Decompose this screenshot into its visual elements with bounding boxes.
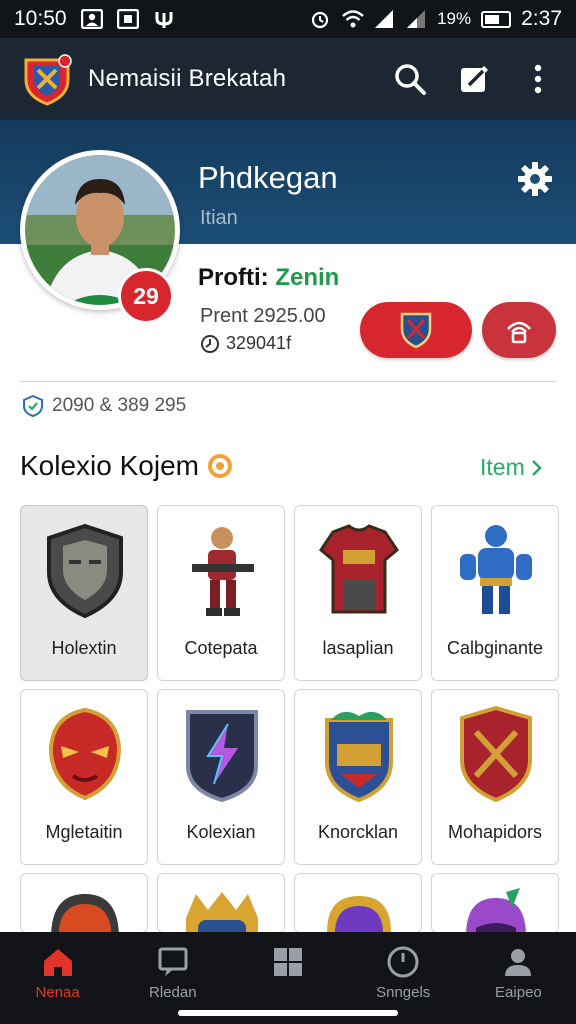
armor-chestplate-icon [313, 520, 405, 620]
signal-icon [373, 9, 395, 29]
collection-grid: Holextin Cotepata lasaplian Calbginante … [20, 505, 559, 933]
shield-mask-icon [39, 520, 131, 620]
profile-label: Profti: Zenin [198, 264, 339, 292]
chevron-right-icon [531, 459, 542, 476]
item-label: Knorcklan [317, 822, 399, 842]
profile-label-prefix: Profti: [198, 264, 276, 291]
see-all-label: Item [480, 454, 525, 480]
collection-item[interactable]: Mgletaitin [20, 689, 148, 865]
status-bar: 10:50 19% 2:37 [0, 0, 576, 38]
clock-icon [387, 946, 419, 978]
section-title-text: Kolexio Kojem [20, 450, 199, 481]
search-icon [395, 64, 426, 95]
gold-helmet-icon [176, 888, 268, 932]
collection-item[interactable] [431, 873, 559, 933]
profile-subtitle: Itian [200, 207, 238, 229]
more-options-button[interactable] [520, 61, 556, 97]
app-title: Nemaisii Brekatah [88, 65, 287, 92]
item-label: lasaplian [322, 638, 394, 658]
chat-icon [158, 947, 188, 976]
item-label: Kolexian [186, 822, 256, 842]
section-title: Kolexio Kojem [20, 450, 233, 482]
coins-row: 329041f [200, 333, 291, 354]
coins-value: 329041f [226, 333, 292, 353]
badge-button[interactable] [360, 302, 472, 358]
red-mask-icon [39, 704, 131, 804]
image-notification-icon [116, 8, 139, 30]
edit-button[interactable] [456, 61, 492, 97]
shield-emblem-icon [400, 312, 432, 349]
more-vertical-icon [534, 64, 542, 94]
nav-profile[interactable]: Eaipeo [461, 932, 576, 1024]
person-icon [505, 949, 532, 976]
nav-label: Snngels [376, 984, 431, 1001]
profile-label-accent: Zenin [275, 264, 340, 291]
settings-button[interactable] [516, 160, 554, 198]
level-badge: 29 [118, 268, 174, 324]
divider [20, 381, 556, 382]
item-label: Mgletaitin [45, 822, 123, 842]
person-notification-icon [80, 8, 103, 30]
nav-home[interactable]: Nenaa [0, 932, 115, 1024]
share-button[interactable] [482, 302, 556, 358]
search-button[interactable] [392, 61, 428, 97]
collection-item[interactable]: Cotepata [157, 505, 285, 681]
orange-helmet-icon [39, 888, 131, 932]
wifi-icon [341, 9, 364, 29]
shield-check-icon [23, 395, 43, 417]
nav-label: Eaipeo [495, 984, 542, 1001]
gear-icon [518, 162, 552, 196]
collection-item[interactable] [20, 873, 148, 933]
grid-icon [274, 948, 302, 976]
alien-helmet-icon [450, 888, 542, 932]
collection-item[interactable]: Kolexian [157, 689, 285, 865]
gunner-figure-icon [176, 520, 268, 620]
item-label: Holextin [51, 638, 117, 658]
collection-item[interactable]: lasaplian [294, 505, 422, 681]
broadcast-icon [507, 321, 531, 344]
emblem-shield-icon [313, 704, 405, 804]
alarm-icon [309, 9, 331, 29]
stats-row: 2090 & 389 295 [22, 395, 186, 417]
home-icon [43, 949, 72, 976]
points-text: Prent 2925.00 [200, 305, 326, 327]
collection-item[interactable]: Knorcklan [294, 689, 422, 865]
collection-item[interactable]: Holextin [20, 505, 148, 681]
lightning-shield-icon [176, 704, 268, 804]
crest-shield-icon [450, 704, 542, 804]
collection-item[interactable]: Calbginante [431, 505, 559, 681]
signal-2-icon [405, 9, 427, 29]
status-time-right: 2:37 [521, 7, 562, 30]
see-all-link[interactable]: Item [480, 454, 543, 481]
battery-percent: 19% [437, 9, 472, 28]
timer-icon [201, 334, 219, 353]
item-label: Calbginante [446, 638, 544, 658]
collection-item[interactable] [157, 873, 285, 933]
usb-icon [153, 9, 175, 29]
app-header: Nemaisii Brekatah [0, 38, 576, 120]
purple-helmet-icon [313, 888, 405, 932]
collection-item[interactable] [294, 873, 422, 933]
badge-icon [207, 454, 232, 478]
collection-item[interactable]: Mohapidors [431, 689, 559, 865]
battery-icon [481, 10, 512, 28]
item-label: Cotepata [184, 638, 258, 658]
nav-label: Nenaa [35, 984, 80, 1001]
app-logo-icon [20, 52, 74, 106]
home-indicator[interactable] [178, 1010, 398, 1016]
blue-warrior-icon [450, 520, 542, 620]
stats-text: 2090 & 389 295 [52, 395, 187, 416]
status-time-left: 10:50 [14, 7, 67, 30]
profile-name: Phdkegan [198, 160, 338, 195]
nav-label: Rledan [149, 984, 197, 1001]
edit-icon [461, 66, 488, 92]
item-label: Mohapidors [447, 822, 543, 842]
